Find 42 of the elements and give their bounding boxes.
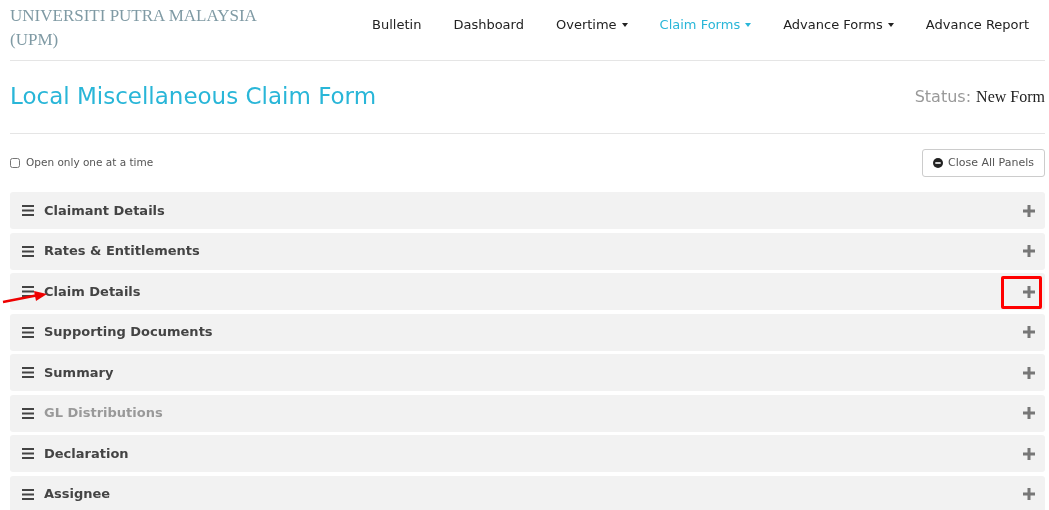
menu-icon [22,205,34,216]
panel-header[interactable]: Assignee [10,475,1045,510]
menu-icon [22,367,34,378]
panel-title: GL Distributions [44,404,163,423]
panel-title: Declaration [44,444,129,463]
menu-icon [22,326,34,338]
menu-icon [22,448,34,459]
plus-icon[interactable] [1023,285,1035,298]
panel-title: Assignee [44,485,111,504]
minus-icon [933,158,943,168]
plus-icon[interactable] [1023,488,1035,500]
brand-title: UNIVERSITI PUTRA MALAYSIA (UPM) [10,5,258,51]
plus-icon[interactable] [1023,326,1035,338]
nav-link[interactable]: Advance Forms [767,12,910,38]
plus-icon[interactable] [1023,204,1035,217]
plus-icon[interactable] [1023,245,1035,257]
nav-link[interactable]: Advance Report [909,12,1045,38]
panel-header[interactable]: Rates & Entitlements [10,232,1045,270]
panel-header[interactable]: Claimant Details [10,192,1045,229]
status-text: Status: New Form [914,86,1045,108]
close-all-button[interactable]: Close All Panels [922,148,1045,178]
menu-icon [22,407,34,419]
page-title: Local Miscellaneous Claim Form [10,83,377,111]
panel-title: Claim Details [44,282,141,301]
panel-title: Rates & Entitlements [44,242,200,261]
menu-icon [22,286,34,297]
panel-title: Summary [44,363,114,382]
checkbox[interactable] [10,158,20,168]
menu-icon [22,488,34,500]
plus-icon[interactable] [1023,366,1035,379]
panel-header[interactable]: Declaration [10,435,1045,472]
menu-icon [22,245,34,257]
panel-header[interactable]: Supporting Documents [10,313,1045,351]
panel-header[interactable]: Claim Details [10,273,1045,310]
nav-link[interactable]: Dashboard [437,12,540,38]
checkbox-label: Open only one at a time [26,155,154,171]
panel-header[interactable]: Summary [10,354,1045,391]
nav-link[interactable]: Overtime [539,12,644,38]
nav-link[interactable]: Bulletin [356,12,438,38]
panel-title: Supporting Documents [44,323,213,342]
panel-title: Claimant Details [44,201,165,220]
plus-icon[interactable] [1023,447,1035,460]
